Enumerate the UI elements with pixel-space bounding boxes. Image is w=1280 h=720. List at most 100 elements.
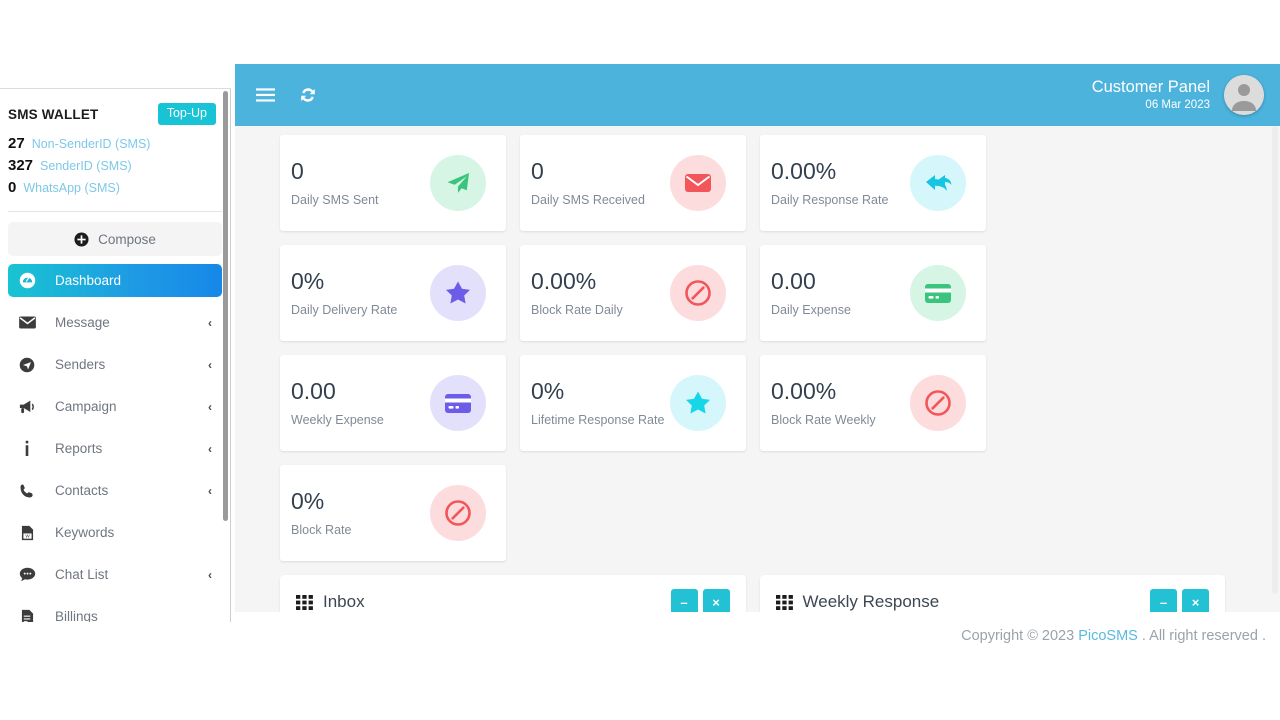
grid-icon xyxy=(775,594,793,610)
wallet-label: Non-SenderID (SMS) xyxy=(31,137,151,151)
sidebar-item-chat-list[interactable]: Chat List ‹ xyxy=(8,558,222,591)
sidebar-item-label: Dashboard xyxy=(55,273,122,288)
paper-plane-icon xyxy=(430,155,486,211)
panel-title: Inbox xyxy=(323,592,365,611)
chevron-left-icon: ‹ xyxy=(208,441,212,456)
stat-card-daily-sms-received: 0 Daily SMS Received xyxy=(520,135,746,231)
star-icon xyxy=(670,375,726,431)
block-icon xyxy=(430,485,486,541)
sidebar-nav: Dashboard Message ‹ Senders ‹ Campaign ‹… xyxy=(0,264,230,622)
stat-text: 0 Daily SMS Received xyxy=(531,157,645,207)
stat-card-block-rate: 0% Block Rate xyxy=(280,465,506,561)
stat-card-daily-sms-sent: 0 Daily SMS Sent xyxy=(280,135,506,231)
top-up-button[interactable]: Top-Up xyxy=(157,103,216,125)
header-right-controls: Customer Panel 06 Mar 2023 xyxy=(1092,75,1280,115)
stat-label: Daily Response Rate xyxy=(771,192,889,207)
stat-label: Daily SMS Sent xyxy=(291,192,379,207)
sms-wallet-header: SMS WALLET Top-Up xyxy=(0,89,230,133)
stat-card-weekly-expense: 0.00 Weekly Expense xyxy=(280,355,506,451)
wallet-amount: 327 xyxy=(8,157,34,174)
sidebar-item-keywords[interactable]: W Keywords xyxy=(8,516,222,549)
user-avatar-icon[interactable] xyxy=(1224,75,1264,115)
stat-text: 0.00 Daily Expense xyxy=(771,267,851,317)
stat-card-daily-response-rate: 0.00% Daily Response Rate xyxy=(760,135,986,231)
chevron-left-icon: ‹ xyxy=(208,399,212,414)
sidebar-item-reports[interactable]: Reports ‹ xyxy=(8,432,222,465)
page-title: Customer Panel xyxy=(1091,77,1210,96)
hamburger-icon[interactable] xyxy=(256,87,275,103)
stat-value: 0.00% xyxy=(531,267,597,294)
stat-value: 0% xyxy=(291,267,325,294)
stat-label: Daily Expense xyxy=(771,302,851,317)
stat-label: Daily SMS Received xyxy=(531,192,645,207)
sms-wallet-title: SMS WALLET xyxy=(8,106,99,122)
compose-button[interactable]: Compose xyxy=(8,222,222,256)
sidebar-item-senders[interactable]: Senders ‹ xyxy=(8,348,222,381)
wallet-balance-row: 327 SenderID (SMS) xyxy=(8,155,222,177)
copyright-suffix: . All right reserved . xyxy=(1137,628,1266,644)
panel-weekly-response: Weekly Response – × 2.5 xyxy=(759,575,1225,612)
wallet-balance-row: 27 Non-SenderID (SMS) xyxy=(8,133,222,155)
stat-label: Lifetime Response Rate xyxy=(531,412,665,427)
header-title-block: Customer Panel 06 Mar 2023 xyxy=(1092,77,1210,114)
stat-text: 0.00% Block Rate Weekly xyxy=(771,379,876,427)
stat-value: 0 xyxy=(531,157,544,184)
stat-text: 0% Lifetime Response Rate xyxy=(531,379,665,427)
stat-text: 0% Block Rate xyxy=(291,487,351,537)
stat-card-lifetime-response-rate: 0% Lifetime Response Rate xyxy=(520,355,746,451)
picosms-link[interactable]: PicoSMS xyxy=(1078,628,1138,644)
close-button[interactable]: × xyxy=(702,589,730,612)
sidebar-item-label: Chat List xyxy=(55,567,109,582)
sidebar-item-label: Senders xyxy=(55,357,106,372)
app-root: SMS WALLET Top-Up 27 Non-SenderID (SMS) … xyxy=(0,0,1280,720)
wallet-balance-list: 27 Non-SenderID (SMS) 327 SenderID (SMS)… xyxy=(0,133,230,209)
stat-label: Daily Delivery Rate xyxy=(291,302,398,317)
stat-card-block-rate-weekly: 0.00% Block Rate Weekly xyxy=(760,355,986,451)
header-date: 06 Mar 2023 xyxy=(1145,99,1210,112)
chevron-left-icon: ‹ xyxy=(208,315,212,330)
sidebar-item-dashboard[interactable]: Dashboard xyxy=(8,264,222,297)
panel-buttons: – × xyxy=(670,589,730,612)
grid-icon xyxy=(296,594,313,610)
panel-buttons: – × xyxy=(1150,589,1209,612)
envelope-icon xyxy=(670,155,726,211)
sidebar-item-label: Contacts xyxy=(55,483,109,498)
stat-label: Block Rate Daily xyxy=(531,302,623,317)
stat-text: 0 Daily SMS Sent xyxy=(291,159,379,207)
sidebar-item-campaign[interactable]: Campaign ‹ xyxy=(8,390,222,423)
sidebar-item-billings[interactable]: Billings xyxy=(8,600,222,622)
minimize-button[interactable]: – xyxy=(670,589,698,612)
wallet-label: WhatsApp (SMS) xyxy=(23,181,120,195)
document-icon: W xyxy=(16,525,38,541)
stat-text: 0% Daily Delivery Rate xyxy=(291,267,398,317)
sidebar-item-message[interactable]: Message ‹ xyxy=(8,306,222,339)
stat-text: 0.00% Daily Response Rate xyxy=(771,159,889,207)
credit-card-icon xyxy=(910,265,966,321)
close-button[interactable]: × xyxy=(1182,589,1209,612)
copyright-prefix: Copyright © 2023 xyxy=(961,628,1079,644)
top-header: Customer Panel 06 Mar 2023 xyxy=(235,64,1280,126)
compose-label: Compose xyxy=(98,231,156,247)
content-scrollbar[interactable] xyxy=(1272,126,1278,594)
reply-icon xyxy=(910,155,966,211)
stat-text: 0.00% Block Rate Daily xyxy=(531,267,623,317)
chevron-left-icon: ‹ xyxy=(208,357,212,372)
stat-value: 0% xyxy=(291,487,325,514)
copyright-text: Copyright © 2023 PicoSMS . All right res… xyxy=(961,628,1266,644)
wallet-balance-row: 0 WhatsApp (SMS) xyxy=(8,177,222,199)
stat-text: 0.00 Weekly Expense xyxy=(291,379,384,427)
sidebar-item-label: Billings xyxy=(55,609,98,622)
stat-label: Block Rate Weekly xyxy=(771,412,876,427)
minimize-button[interactable]: – xyxy=(1150,589,1177,612)
stat-card-block-rate-daily: 0.00% Block Rate Daily xyxy=(520,245,746,341)
sidebar-scrollbar[interactable] xyxy=(223,91,228,521)
main-content: 0 Daily SMS Sent 0 Daily SMS Received 0.… xyxy=(235,126,1280,612)
megaphone-icon xyxy=(16,399,38,415)
sidebar-item-label: Message xyxy=(55,315,110,330)
envelope-icon xyxy=(16,316,38,329)
sidebar-item-contacts[interactable]: Contacts ‹ xyxy=(8,474,222,507)
wallet-label: SenderID (SMS) xyxy=(40,159,132,173)
refresh-icon[interactable] xyxy=(298,85,318,105)
dashboard-icon xyxy=(16,272,38,289)
stat-value: 0.00 xyxy=(771,267,816,294)
